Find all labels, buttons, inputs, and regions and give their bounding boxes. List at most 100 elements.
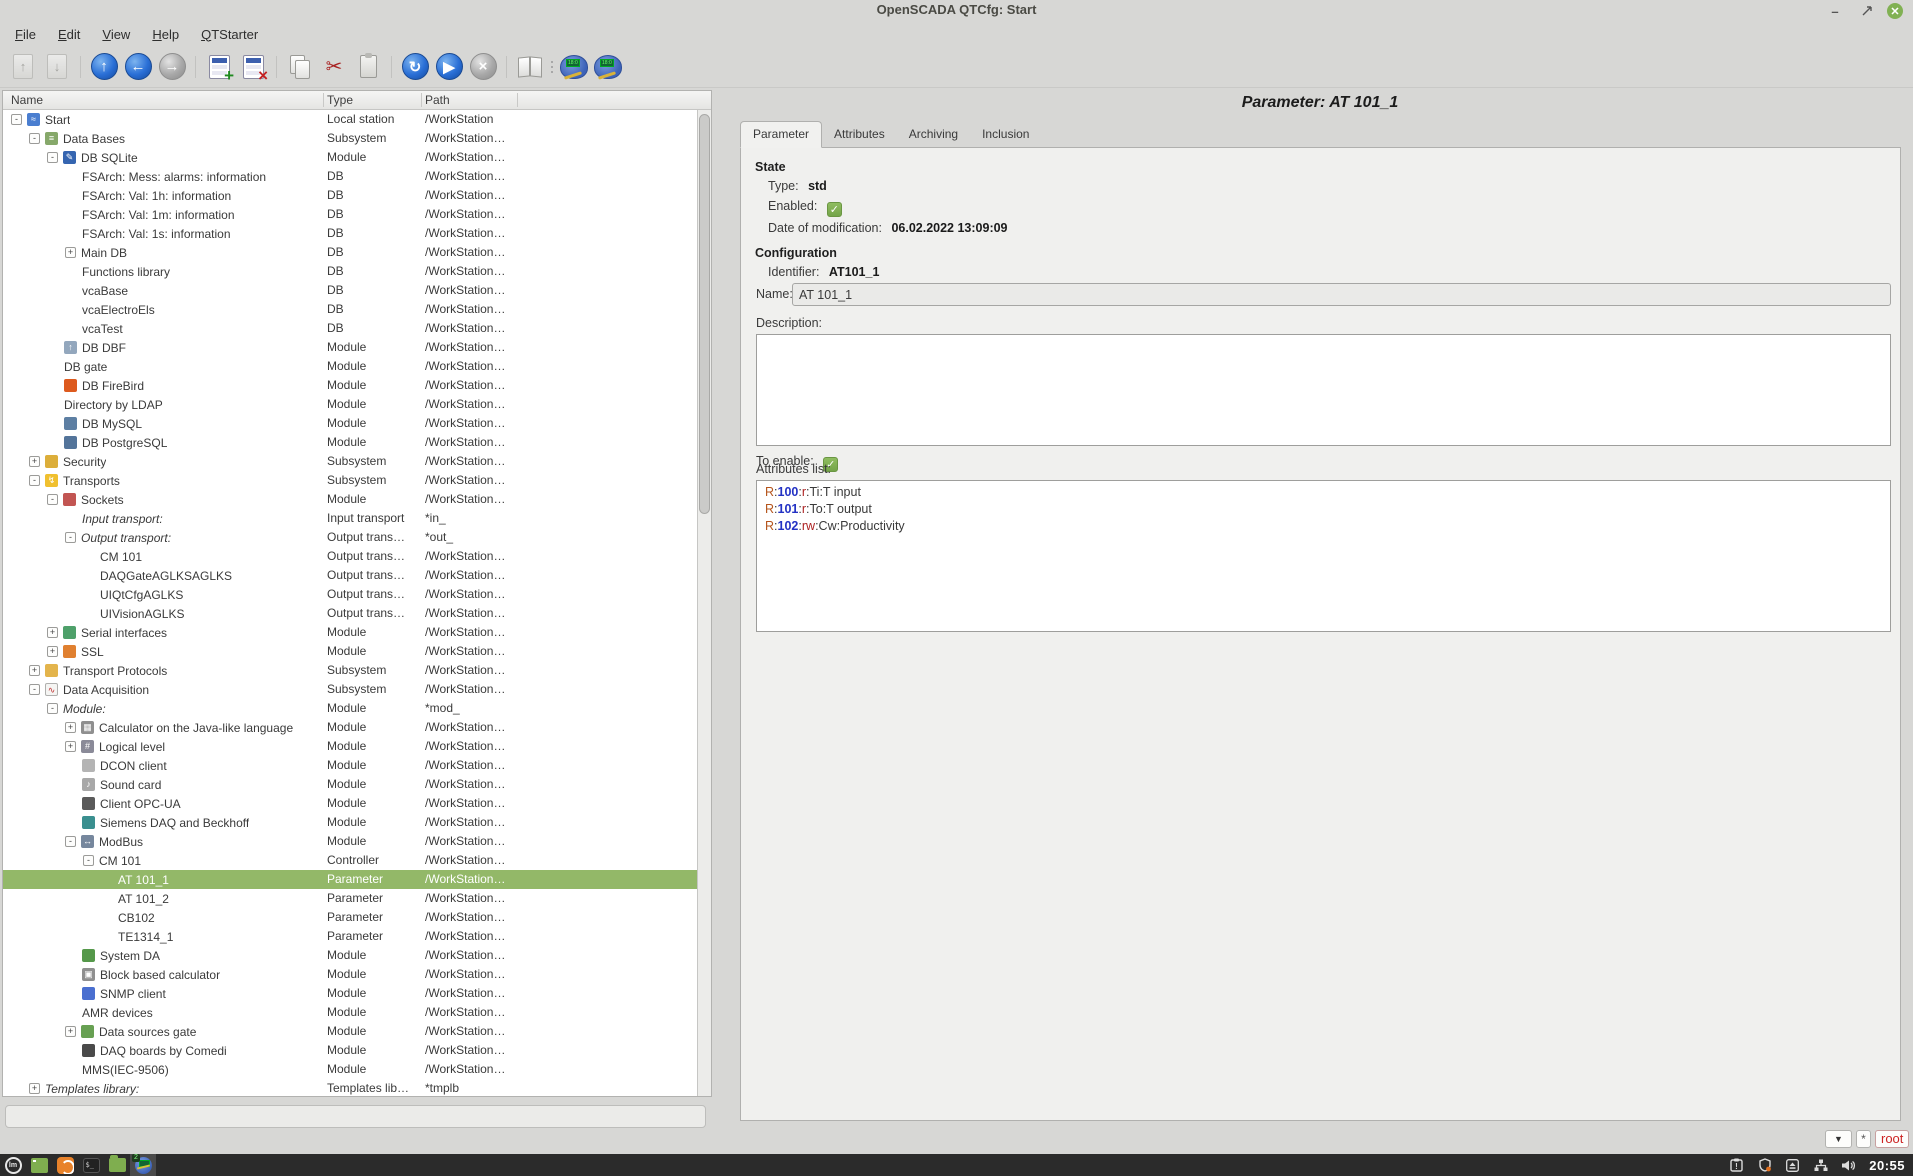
tree-row-db-postgresql[interactable]: DB PostgreSQLModule/WorkStation… [3,433,697,452]
tree-row-mms-iec-9506-[interactable]: MMS(IEC-9506)Module/WorkStation… [3,1060,697,1079]
attribute-list-item[interactable]: R:102:rw:Cw:Productivity [765,518,1882,535]
expander-expand-icon[interactable]: + [65,741,76,752]
tree-row-vcatest[interactable]: vcaTestDB/WorkStation… [3,319,697,338]
tree-row-uivisionaglks[interactable]: UIVisionAGLKSOutput trans…/WorkStation… [3,604,697,623]
tab-attributes[interactable]: Attributes [822,122,897,147]
tree-row-vcaelectroels[interactable]: vcaElectroElsDB/WorkStation… [3,300,697,319]
tree-row-db-firebird[interactable]: DB FireBirdModule/WorkStation… [3,376,697,395]
expander-expand-icon[interactable]: + [29,1083,40,1094]
taskbar-item-files[interactable] [104,1154,130,1176]
cut-item-button[interactable]: ✂ [318,51,350,83]
tree-scrollbar-thumb[interactable] [699,114,710,514]
tree-row-sockets[interactable]: -SocketsModule/WorkStation… [3,490,697,509]
expander-collapse-icon[interactable]: - [65,532,76,543]
back-button[interactable]: ← [122,51,154,83]
expander-expand-icon[interactable]: + [65,722,76,733]
column-header-name[interactable]: Name [11,93,43,107]
expander-expand-icon[interactable]: + [29,665,40,676]
expander-collapse-icon[interactable]: - [29,475,40,486]
tree-row-calculator-on-the-java-like-language[interactable]: +▦Calculator on the Java-like languageMo… [3,718,697,737]
expander-expand-icon[interactable]: + [65,247,76,258]
expander-expand-icon[interactable]: + [29,456,40,467]
manual-button[interactable] [514,51,546,83]
taskbar-item-openscada[interactable]: 2 [130,1154,156,1176]
tree-row-functions-library[interactable]: Functions libraryDB/WorkStation… [3,262,697,281]
stop-button[interactable]: × [467,51,499,83]
qtcfg-configurator-button[interactable] [558,51,590,83]
expander-collapse-icon[interactable]: - [65,836,76,847]
tab-parameter[interactable]: Parameter [740,121,822,148]
tree-row-cb102[interactable]: CB102Parameter/WorkStation… [3,908,697,927]
menu-edit[interactable]: Edit [47,24,91,45]
tree-row-module-[interactable]: -Module:Module*mod_ [3,699,697,718]
paste-item-button[interactable] [352,51,384,83]
taskbar-item-firefox[interactable] [52,1154,78,1176]
expander-collapse-icon[interactable]: - [47,494,58,505]
column-header-type[interactable]: Type [327,93,353,107]
load-from-db-button[interactable]: ↑ [7,51,39,83]
expander-expand-icon[interactable]: + [65,1026,76,1037]
expander-collapse-icon[interactable]: - [47,152,58,163]
tree-row-daq-boards-by-comedi[interactable]: DAQ boards by ComediModule/WorkStation… [3,1041,697,1060]
tree-row-fsarch-mess-alarms-information[interactable]: FSArch: Mess: alarms: informationDB/Work… [3,167,697,186]
save-to-db-button[interactable]: ↓ [41,51,73,83]
tree-row-serial-interfaces[interactable]: +Serial interfacesModule/WorkStation… [3,623,697,642]
column-divider[interactable] [517,93,518,107]
expander-collapse-icon[interactable]: - [47,703,58,714]
tree-row-at-101-1[interactable]: AT 101_1Parameter/WorkStation… [3,870,697,889]
current-user-badge[interactable]: root [1875,1130,1909,1148]
clock[interactable]: 20:55 [1869,1158,1905,1173]
column-header-path[interactable]: Path [425,93,450,107]
expander-expand-icon[interactable]: + [47,627,58,638]
delete-item-button[interactable]: × [237,51,269,83]
tree-row-transport-protocols[interactable]: +Transport ProtocolsSubsystem/WorkStatio… [3,661,697,680]
tree-row-modbus[interactable]: -↔ModBusModule/WorkStation… [3,832,697,851]
tree-row-cm-101[interactable]: -CM 101Controller/WorkStation… [3,851,697,870]
tree-row-logical-level[interactable]: +#Logical levelModule/WorkStation… [3,737,697,756]
start-periodic-update-button[interactable]: ▶ [433,51,465,83]
tree-row-main-db[interactable]: +Main DBDB/WorkStation… [3,243,697,262]
attribute-list-item[interactable]: R:100:r:Ti:T input [765,484,1882,501]
tree-row-amr-devices[interactable]: AMR devicesModule/WorkStation… [3,1003,697,1022]
add-item-button[interactable]: + [203,51,235,83]
tree-row-db-gate[interactable]: DB gateModule/WorkStation… [3,357,697,376]
tree-row-data-acquisition[interactable]: -∿Data AcquisitionSubsystem/WorkStation… [3,680,697,699]
attribute-list-item[interactable]: R:101:r:To:T output [765,501,1882,518]
refresh-button[interactable]: ↻ [399,51,431,83]
menu-qtstarter[interactable]: QTStarter [190,24,269,45]
qtvision-developer-button[interactable] [592,51,624,83]
tree-row-te1314-1[interactable]: TE1314_1Parameter/WorkStation… [3,927,697,946]
minimize-button[interactable]: – [1826,2,1844,20]
tree-row-siemens-daq-and-beckhoff[interactable]: Siemens DAQ and BeckhoffModule/WorkStati… [3,813,697,832]
tree-row-block-based-calculator[interactable]: ▣Block based calculatorModule/WorkStatio… [3,965,697,984]
tree-row-snmp-client[interactable]: SNMP clientModule/WorkStation… [3,984,697,1003]
tree-row-templates-library-[interactable]: +Templates library:Templates lib…*tmplb [3,1079,697,1096]
tray-clipboard-icon[interactable]: ! [1729,1158,1744,1173]
tray-eject-icon[interactable] [1785,1158,1800,1173]
tree-row-daqgateaglksaglks[interactable]: DAQGateAGLKSAGLKSOutput trans…/WorkStati… [3,566,697,585]
tree-row-db-mysql[interactable]: DB MySQLModule/WorkStation… [3,414,697,433]
tab-inclusion[interactable]: Inclusion [970,122,1041,147]
menu-view[interactable]: View [91,24,141,45]
tree-row-fsarch-val-1m-information[interactable]: FSArch: Val: 1m: informationDB/WorkStati… [3,205,697,224]
up-level-button[interactable]: ↑ [88,51,120,83]
tray-network-icon[interactable] [1813,1158,1828,1173]
tree-header[interactable]: Name Type Path [3,91,711,110]
expander-collapse-icon[interactable]: - [11,114,22,125]
tree-row-uiqtcfgaglks[interactable]: UIQtCfgAGLKSOutput trans…/WorkStation… [3,585,697,604]
tree-row-output-transport-[interactable]: -Output transport:Output trans…*out_ [3,528,697,547]
copy-item-button[interactable] [284,51,316,83]
tree-row-input-transport-[interactable]: Input transport:Input transport*in_ [3,509,697,528]
tree-row-ssl[interactable]: +SSLModule/WorkStation… [3,642,697,661]
tree-row-data-sources-gate[interactable]: +Data sources gateModule/WorkStation… [3,1022,697,1041]
tree-row-sound-card[interactable]: ♪Sound cardModule/WorkStation… [3,775,697,794]
tree-row-dcon-client[interactable]: DCON clientModule/WorkStation… [3,756,697,775]
expander-collapse-icon[interactable]: - [83,855,94,866]
tree-row-at-101-2[interactable]: AT 101_2Parameter/WorkStation… [3,889,697,908]
expander-collapse-icon[interactable]: - [29,684,40,695]
tree-row-transports[interactable]: -↯TransportsSubsystem/WorkStation… [3,471,697,490]
forward-button[interactable]: → [156,51,188,83]
tray-volume-icon[interactable] [1841,1158,1856,1173]
name-input[interactable] [792,283,1891,306]
tree-row-db-sqlite[interactable]: -✎DB SQLiteModule/WorkStation… [3,148,697,167]
